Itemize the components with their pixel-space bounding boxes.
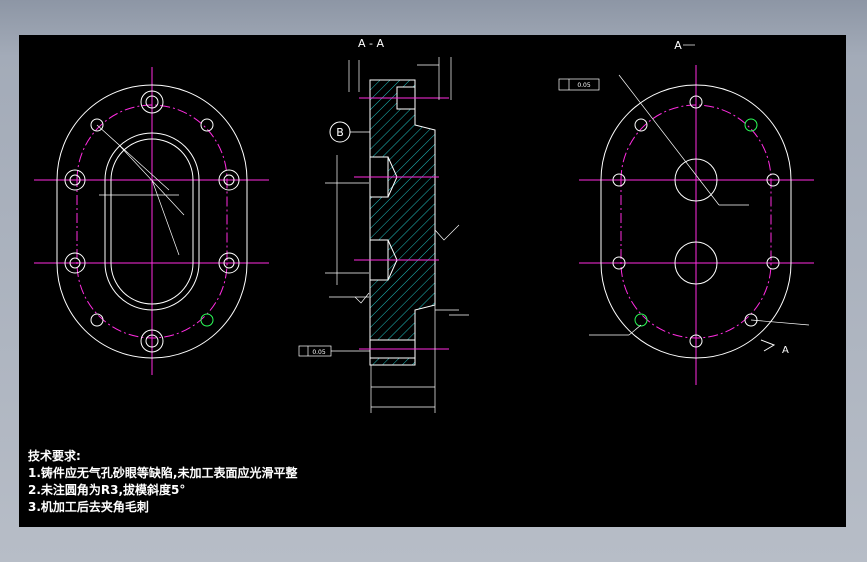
section-body: [369, 79, 436, 366]
svg-text:0.05: 0.05: [312, 349, 326, 356]
notes-item-2: 2.未注圆角为R3,拔模斜度5°: [28, 483, 186, 497]
section-title: A - A: [358, 37, 384, 50]
view-label: A: [674, 39, 682, 52]
rear-view: A 0.05 A: [558, 39, 814, 385]
notes-item-3: 3.机加工后去夹角毛刺: [28, 500, 149, 514]
view-arrow-label: A: [782, 345, 789, 356]
cad-drawing-viewport[interactable]: A - A B 0.05 A 0.05 A 技术要求: 1.铸件应无气孔砂眼等缺…: [19, 35, 846, 527]
svg-text:0.05: 0.05: [577, 82, 591, 89]
front-view: [34, 67, 269, 375]
section-view: A - A B 0.05: [298, 37, 469, 413]
detail-label: B: [336, 126, 344, 139]
technical-requirements: 技术要求: 1.铸件应无气孔砂眼等缺陷,未加工表面应光滑平整 2.未注圆角为R3…: [28, 448, 297, 516]
notes-item-1: 1.铸件应无气孔砂眼等缺陷,未加工表面应光滑平整: [28, 466, 298, 480]
notes-heading: 技术要求:: [28, 449, 81, 463]
